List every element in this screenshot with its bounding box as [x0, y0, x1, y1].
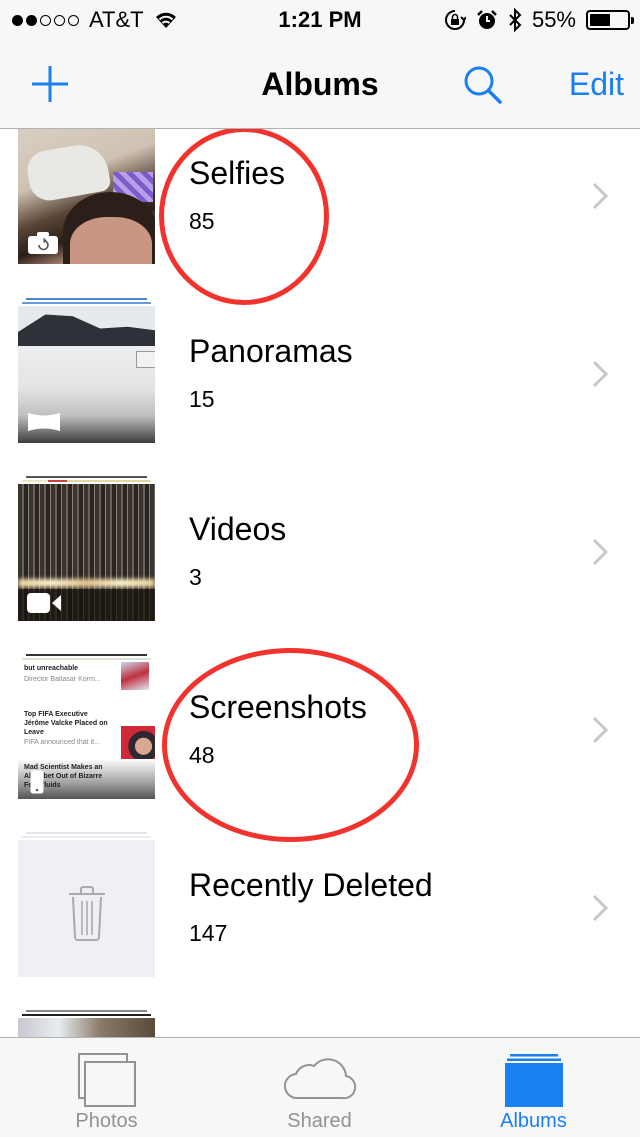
- panorama-icon: [28, 413, 60, 431]
- album-count: 85: [189, 208, 215, 234]
- thumb-text: Top FIFA Executive Jérôme Valcke Placed …: [24, 711, 108, 736]
- album-thumbnail: [18, 484, 155, 621]
- album-row-videos[interactable]: Videos 3: [0, 443, 640, 621]
- album-count: 15: [189, 386, 215, 412]
- album-thumbnail: but unreachable Director Baltasar Korm..…: [18, 662, 155, 799]
- navigation-bar: Albums Edit: [0, 40, 640, 129]
- status-bar: AT&T 1:21 PM 55%: [0, 0, 640, 40]
- battery-icon: [586, 10, 634, 30]
- rotation-lock-icon: [444, 10, 466, 30]
- bluetooth-icon: [509, 8, 522, 32]
- search-icon[interactable]: [462, 64, 504, 106]
- thumb-text: but unreachable: [24, 665, 79, 672]
- album-thumbnail: [18, 840, 155, 977]
- album-thumbnail: [18, 306, 155, 443]
- chevron-right-icon: [592, 716, 609, 744]
- screenshot-icon: [30, 770, 44, 794]
- thumb-text: Director Baltasar Korm...: [24, 676, 101, 683]
- tab-label: Albums: [500, 1110, 567, 1132]
- album-count: 48: [189, 742, 215, 768]
- video-camera-icon: [27, 593, 61, 613]
- tab-bar: Photos Shared Albums: [0, 1037, 640, 1137]
- album-row-screenshots[interactable]: but unreachable Director Baltasar Korm..…: [0, 621, 640, 799]
- edit-button[interactable]: Edit: [569, 40, 624, 128]
- album-row-selfies[interactable]: Selfies 85: [0, 129, 640, 265]
- album-row-panoramas[interactable]: Panoramas 15: [0, 265, 640, 443]
- chevron-right-icon: [592, 894, 609, 922]
- cloud-icon: [283, 1058, 356, 1100]
- album-name: Selfies: [189, 155, 286, 191]
- album-count: 3: [189, 564, 202, 590]
- tab-label: Photos: [75, 1110, 138, 1132]
- trash-icon: [69, 886, 105, 941]
- album-name: Recently Deleted: [189, 867, 433, 903]
- alarm-icon: [477, 10, 497, 29]
- tab-shared[interactable]: Shared: [213, 1038, 426, 1137]
- chevron-right-icon: [592, 182, 609, 210]
- thumb-text: FIFA announced that it...: [24, 739, 100, 746]
- album-row-partial[interactable]: [0, 977, 640, 1037]
- album-list[interactable]: Selfies 85 Panoramas 15 Videos 3 but unr…: [0, 129, 640, 1037]
- tab-label: Shared: [287, 1110, 352, 1132]
- albums-icon: [504, 1054, 563, 1107]
- album-row-recently-deleted[interactable]: Recently Deleted 147: [0, 799, 640, 977]
- album-thumbnail: [18, 1018, 155, 1037]
- tab-photos[interactable]: Photos: [0, 1038, 213, 1137]
- tab-albums[interactable]: Albums: [427, 1038, 640, 1137]
- photos-icon: [77, 1053, 136, 1107]
- album-name: Screenshots: [189, 689, 367, 725]
- chevron-right-icon: [592, 360, 609, 388]
- album-thumbnail: [18, 129, 155, 264]
- album-count: 147: [189, 920, 228, 946]
- chevron-right-icon: [592, 538, 609, 566]
- album-name: Panoramas: [189, 333, 353, 369]
- battery-percent: 55%: [531, 7, 576, 32]
- front-camera-icon: [28, 232, 58, 254]
- album-name: Videos: [189, 511, 287, 547]
- page-title: Albums: [261, 66, 379, 102]
